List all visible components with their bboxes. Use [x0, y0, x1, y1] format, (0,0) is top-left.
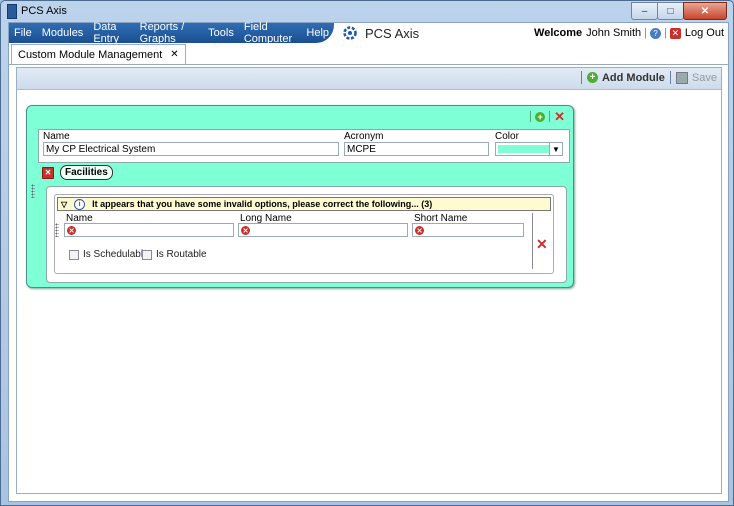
- acronym-label: Acronym: [344, 131, 384, 142]
- error-icon: ✕: [415, 226, 424, 235]
- error-icon: ✕: [241, 226, 250, 235]
- remove-section-icon[interactable]: ✕: [42, 166, 54, 179]
- menu-bar: File Modules Data Entry Reports / Graphs…: [9, 21, 728, 45]
- is-routable-checkbox[interactable]: Is Routable: [142, 249, 207, 260]
- app-window: PCS Axis – □ ✕ File Modules Data Entry R…: [0, 0, 734, 506]
- divider: [532, 213, 533, 269]
- error-icon: ✕: [67, 226, 76, 235]
- drag-handle-icon[interactable]: [55, 223, 59, 237]
- add-section-icon[interactable]: +: [535, 111, 546, 122]
- acronym-input[interactable]: MCPE: [344, 142, 489, 156]
- title-bar: PCS Axis – □ ✕: [1, 1, 733, 21]
- checkbox-box[interactable]: [142, 249, 152, 260]
- facility-item: ▽ i It appears that you have some invali…: [54, 194, 554, 274]
- tab-custom-module-management[interactable]: Custom Module Management ✕: [11, 44, 186, 64]
- pcs-axis-logo-icon: [343, 26, 357, 40]
- divider: [580, 71, 582, 84]
- close-button[interactable]: ✕: [683, 2, 727, 20]
- facilities-header: ✕ Facilities: [42, 165, 113, 180]
- tab-strip: Custom Module Management ✕: [9, 43, 728, 65]
- menu-file[interactable]: File: [9, 27, 37, 39]
- window-title: PCS Axis: [21, 5, 67, 17]
- add-icon[interactable]: +: [586, 72, 598, 83]
- logout-link[interactable]: Log Out: [685, 27, 724, 39]
- collapse-icon[interactable]: ▽: [61, 200, 67, 209]
- welcome-label: Welcome: [534, 27, 583, 39]
- save-icon: [675, 71, 688, 84]
- drag-handle-icon[interactable]: [31, 184, 35, 198]
- delete-module-icon[interactable]: ✕: [554, 110, 565, 123]
- divider: |: [664, 27, 667, 39]
- brand: PCS Axis: [342, 25, 419, 41]
- is-routable-label: Is Routable: [156, 249, 207, 260]
- user-area: Welcome John Smith | ? | ✕ Log Out: [534, 27, 724, 39]
- window-controls: – □ ✕: [631, 2, 727, 20]
- facility-panel: ▽ i It appears that you have some invali…: [46, 186, 567, 283]
- user-name: John Smith: [586, 27, 642, 39]
- long-name-input[interactable]: ✕: [238, 223, 408, 237]
- warning-text: It appears that you have some invalid op…: [92, 199, 433, 209]
- client-area: File Modules Data Entry Reports / Graphs…: [8, 21, 729, 502]
- delete-row-icon[interactable]: ✕: [536, 236, 548, 253]
- brand-name: PCS Axis: [365, 25, 420, 41]
- content-panel: + Add Module Save + ✕ Name My CP Electri…: [16, 67, 722, 494]
- menu-data-entry[interactable]: Data Entry: [88, 21, 134, 45]
- toolbar: + Add Module Save: [17, 68, 721, 90]
- menu-reports-graphs[interactable]: Reports / Graphs: [135, 21, 204, 45]
- maximize-button[interactable]: □: [657, 2, 684, 20]
- color-picker[interactable]: ▼: [495, 142, 563, 156]
- checkbox-box[interactable]: [69, 249, 79, 260]
- help-icon[interactable]: ?: [650, 27, 661, 39]
- divider: [549, 111, 551, 122]
- chevron-down-icon[interactable]: ▼: [549, 143, 562, 155]
- menu-help[interactable]: Help: [301, 27, 334, 39]
- menu-field-computer[interactable]: Field Computer: [239, 21, 302, 45]
- divider: [669, 71, 671, 84]
- name-label: Name: [43, 131, 70, 142]
- app-icon: [7, 4, 17, 19]
- divider: |: [644, 27, 647, 39]
- tab-close-icon[interactable]: ✕: [170, 49, 178, 60]
- color-label: Color: [495, 131, 519, 142]
- is-schedulable-label: Is Schedulable: [83, 249, 149, 260]
- menu-modules[interactable]: Modules: [37, 27, 89, 39]
- module-card: + ✕ Name My CP Electrical System Acronym…: [26, 105, 574, 288]
- name-input[interactable]: My CP Electrical System: [43, 142, 339, 156]
- divider: [530, 111, 532, 122]
- is-schedulable-checkbox[interactable]: Is Schedulable: [69, 249, 149, 260]
- menu-tools[interactable]: Tools: [203, 27, 239, 39]
- tab-label: Custom Module Management: [18, 48, 163, 61]
- add-module-button[interactable]: Add Module: [602, 72, 665, 84]
- module-fields: Name My CP Electrical System Acronym MCP…: [38, 129, 570, 163]
- info-icon: i: [74, 198, 86, 210]
- short-name-input[interactable]: ✕: [412, 223, 524, 237]
- toolbar-actions: + Add Module Save: [576, 71, 717, 84]
- save-button[interactable]: Save: [692, 72, 717, 84]
- facilities-label[interactable]: Facilities: [60, 165, 113, 180]
- validation-warning: ▽ i It appears that you have some invali…: [57, 197, 551, 211]
- color-swatch: [498, 145, 550, 153]
- main-menu: File Modules Data Entry Reports / Graphs…: [9, 21, 334, 45]
- minimize-button[interactable]: –: [631, 2, 658, 20]
- facility-name-input[interactable]: ✕: [64, 223, 234, 237]
- card-tools: + ✕: [526, 110, 565, 123]
- logout-icon[interactable]: ✕: [669, 27, 681, 39]
